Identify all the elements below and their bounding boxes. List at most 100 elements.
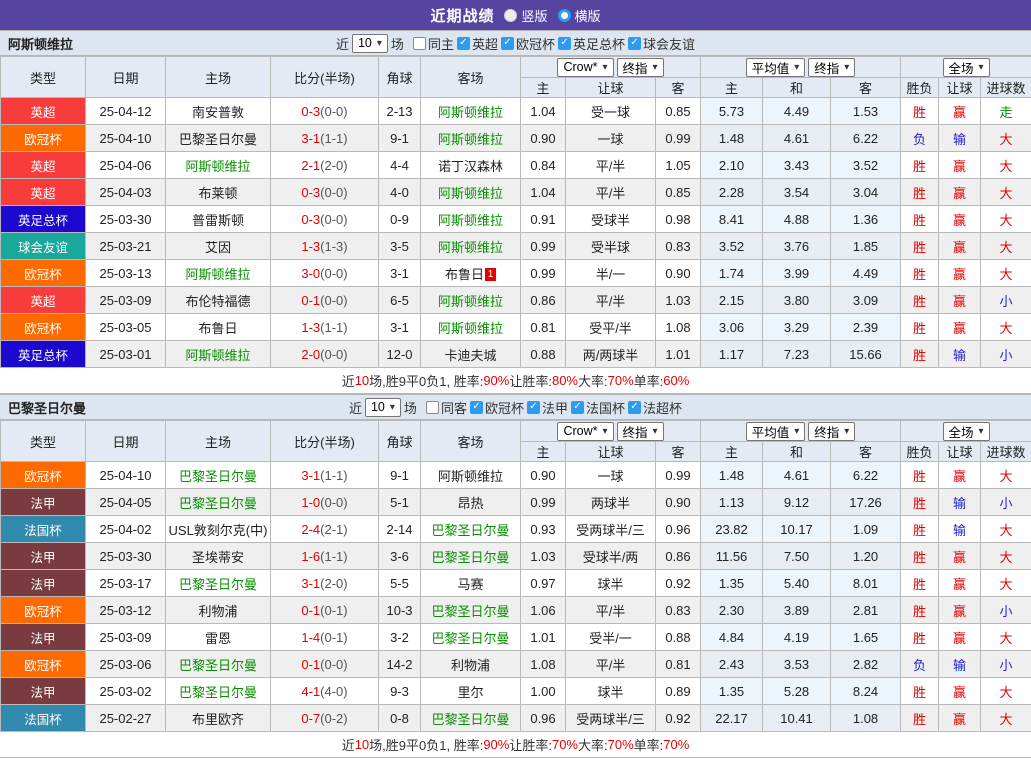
match-count-select[interactable]: 10 bbox=[365, 398, 401, 417]
checkbox-checked-icon[interactable] bbox=[571, 401, 584, 414]
team-name-link[interactable]: 卡迪夫城 bbox=[444, 348, 496, 363]
team-name-link[interactable]: 阿斯顿维拉 bbox=[438, 469, 503, 484]
odds-time-select[interactable]: 终指 bbox=[617, 422, 664, 441]
team-name-link[interactable]: 阿斯顿维拉 bbox=[438, 132, 503, 147]
team-name-link[interactable]: 巴黎圣日尔曼 bbox=[431, 712, 509, 727]
odds-time-select[interactable]: 终指 bbox=[617, 58, 664, 77]
average-select[interactable]: 平均值 bbox=[746, 58, 806, 77]
team-name-link[interactable]: 布伦特福德 bbox=[185, 294, 250, 309]
team-name-link[interactable]: 里尔 bbox=[457, 685, 483, 700]
avg-away-odds: 8.01 bbox=[831, 570, 901, 597]
scope-select[interactable]: 全场 bbox=[943, 58, 990, 77]
team-name-link[interactable]: 巴黎圣日尔曼 bbox=[179, 658, 257, 673]
team-name-link[interactable]: 诺丁汉森林 bbox=[438, 159, 503, 174]
team-name-link[interactable]: 阿斯顿维拉 bbox=[438, 321, 503, 336]
checkbox-checked-icon[interactable] bbox=[470, 401, 483, 414]
same-venue-filter[interactable]: 同客 bbox=[426, 398, 467, 417]
bookmaker-select[interactable]: Crow* bbox=[557, 422, 613, 441]
summary-part: 70% bbox=[663, 737, 689, 752]
scope-select[interactable]: 全场 bbox=[943, 422, 990, 441]
checkbox-unchecked-icon[interactable] bbox=[413, 37, 426, 50]
competition-filter-0[interactable]: 英超 bbox=[457, 34, 498, 53]
team-name-link[interactable]: 布莱顿 bbox=[198, 186, 237, 201]
team-name-link[interactable]: 布鲁日 bbox=[445, 267, 484, 282]
home-team-cell: 巴黎圣日尔曼 bbox=[166, 570, 271, 597]
competition-filter-1[interactable]: 欧冠杯 bbox=[501, 34, 555, 53]
team-name-link[interactable]: 巴黎圣日尔曼 bbox=[431, 523, 509, 538]
team-name-link[interactable]: 圣埃蒂安 bbox=[192, 550, 244, 565]
team-name-link[interactable]: 布鲁日 bbox=[198, 321, 237, 336]
radio-unchecked-icon[interactable] bbox=[504, 9, 517, 22]
checkbox-checked-icon[interactable] bbox=[628, 401, 641, 414]
competition-filter-3[interactable]: 法超杯 bbox=[628, 398, 682, 417]
summary-part: 90% bbox=[483, 737, 509, 752]
avg-home-odds: 4.84 bbox=[701, 624, 763, 651]
checkbox-checked-icon[interactable] bbox=[501, 37, 514, 50]
score-cell: 1-3(1-1) bbox=[271, 314, 379, 341]
team-name-link[interactable]: 阿斯顿维拉 bbox=[185, 159, 250, 174]
team-name-link[interactable]: 艾因 bbox=[205, 240, 231, 255]
competition-filter-0[interactable]: 欧冠杯 bbox=[470, 398, 524, 417]
team-name-link[interactable]: 利物浦 bbox=[198, 604, 237, 619]
team-name-link[interactable]: 阿斯顿维拉 bbox=[438, 240, 503, 255]
team-name-link[interactable]: 巴黎圣日尔曼 bbox=[431, 550, 509, 565]
team-name-link[interactable]: 巴黎圣日尔曼 bbox=[431, 631, 509, 646]
avg-away-odds: 1.08 bbox=[831, 705, 901, 732]
team-name-link[interactable]: 马赛 bbox=[457, 577, 483, 592]
match-date: 25-03-12 bbox=[86, 597, 166, 624]
team-name-link[interactable]: 阿斯顿维拉 bbox=[438, 105, 503, 120]
team-name-link[interactable]: 巴黎圣日尔曼 bbox=[431, 604, 509, 619]
layout-radio-horizontal[interactable]: 横版 bbox=[558, 6, 601, 25]
team-name-link[interactable]: 巴黎圣日尔曼 bbox=[179, 685, 257, 700]
checkbox-checked-icon[interactable] bbox=[527, 401, 540, 414]
avg-home-odds: 22.17 bbox=[701, 705, 763, 732]
team-name-link[interactable]: USL敦刻尔克(中) bbox=[169, 523, 268, 538]
competition-filter-1[interactable]: 法甲 bbox=[527, 398, 568, 417]
team-name-link[interactable]: 南安普敦 bbox=[192, 105, 244, 120]
team-name-link[interactable]: 阿斯顿维拉 bbox=[438, 294, 503, 309]
avg-away-odds: 2.81 bbox=[831, 597, 901, 624]
competition-filter-3[interactable]: 球会友谊 bbox=[628, 34, 695, 53]
team-name-link[interactable]: 利物浦 bbox=[451, 658, 490, 673]
team-name-link[interactable]: 雷恩 bbox=[205, 631, 231, 646]
handicap-line: 一球 bbox=[566, 462, 656, 489]
crow-away-odds: 0.99 bbox=[656, 125, 701, 152]
crow-away-odds: 0.90 bbox=[656, 260, 701, 287]
crow-away-odds: 0.99 bbox=[656, 462, 701, 489]
avg-time-select[interactable]: 终指 bbox=[808, 58, 855, 77]
team-name-link[interactable]: 阿斯顿维拉 bbox=[438, 213, 503, 228]
competition-filter-2[interactable]: 英足总杯 bbox=[558, 34, 625, 53]
avg-draw-odds: 9.12 bbox=[763, 489, 831, 516]
handicap-line: 平/半 bbox=[566, 651, 656, 678]
match-date: 25-04-10 bbox=[86, 125, 166, 152]
corner-stat: 3-1 bbox=[379, 260, 421, 287]
team-name-link[interactable]: 昂热 bbox=[457, 496, 483, 511]
result-goals: 走 bbox=[981, 98, 1031, 125]
avg-time-select[interactable]: 终指 bbox=[808, 422, 855, 441]
average-select[interactable]: 平均值 bbox=[746, 422, 806, 441]
avg-away-odds: 15.66 bbox=[831, 341, 901, 368]
team-name-link[interactable]: 布里欧齐 bbox=[192, 712, 244, 727]
team-name-link[interactable]: 普雷斯顿 bbox=[192, 213, 244, 228]
match-count-select[interactable]: 10 bbox=[352, 34, 388, 53]
team-name-link[interactable]: 阿斯顿维拉 bbox=[185, 348, 250, 363]
team-name-link[interactable]: 阿斯顿维拉 bbox=[438, 186, 503, 201]
team-name-link[interactable]: 巴黎圣日尔曼 bbox=[179, 577, 257, 592]
avg-away-odds: 17.26 bbox=[831, 489, 901, 516]
checkbox-unchecked-icon[interactable] bbox=[426, 401, 439, 414]
checkbox-checked-icon[interactable] bbox=[558, 37, 571, 50]
radio-checked-icon[interactable] bbox=[558, 9, 571, 22]
bookmaker-select[interactable]: Crow* bbox=[557, 58, 613, 77]
same-venue-filter[interactable]: 同主 bbox=[413, 34, 454, 53]
team-name-link[interactable]: 阿斯顿维拉 bbox=[185, 267, 250, 282]
result-wdl: 胜 bbox=[901, 206, 939, 233]
team-name-link[interactable]: 巴黎圣日尔曼 bbox=[179, 496, 257, 511]
checkbox-checked-icon[interactable] bbox=[457, 37, 470, 50]
competition-filter-2[interactable]: 法国杯 bbox=[571, 398, 625, 417]
match-date: 25-03-02 bbox=[86, 678, 166, 705]
result-handicap: 赢 bbox=[939, 705, 981, 732]
layout-radio-vertical[interactable]: 竖版 bbox=[504, 6, 547, 25]
team-name-link[interactable]: 巴黎圣日尔曼 bbox=[179, 469, 257, 484]
team-name-link[interactable]: 巴黎圣日尔曼 bbox=[179, 132, 257, 147]
checkbox-checked-icon[interactable] bbox=[628, 37, 641, 50]
